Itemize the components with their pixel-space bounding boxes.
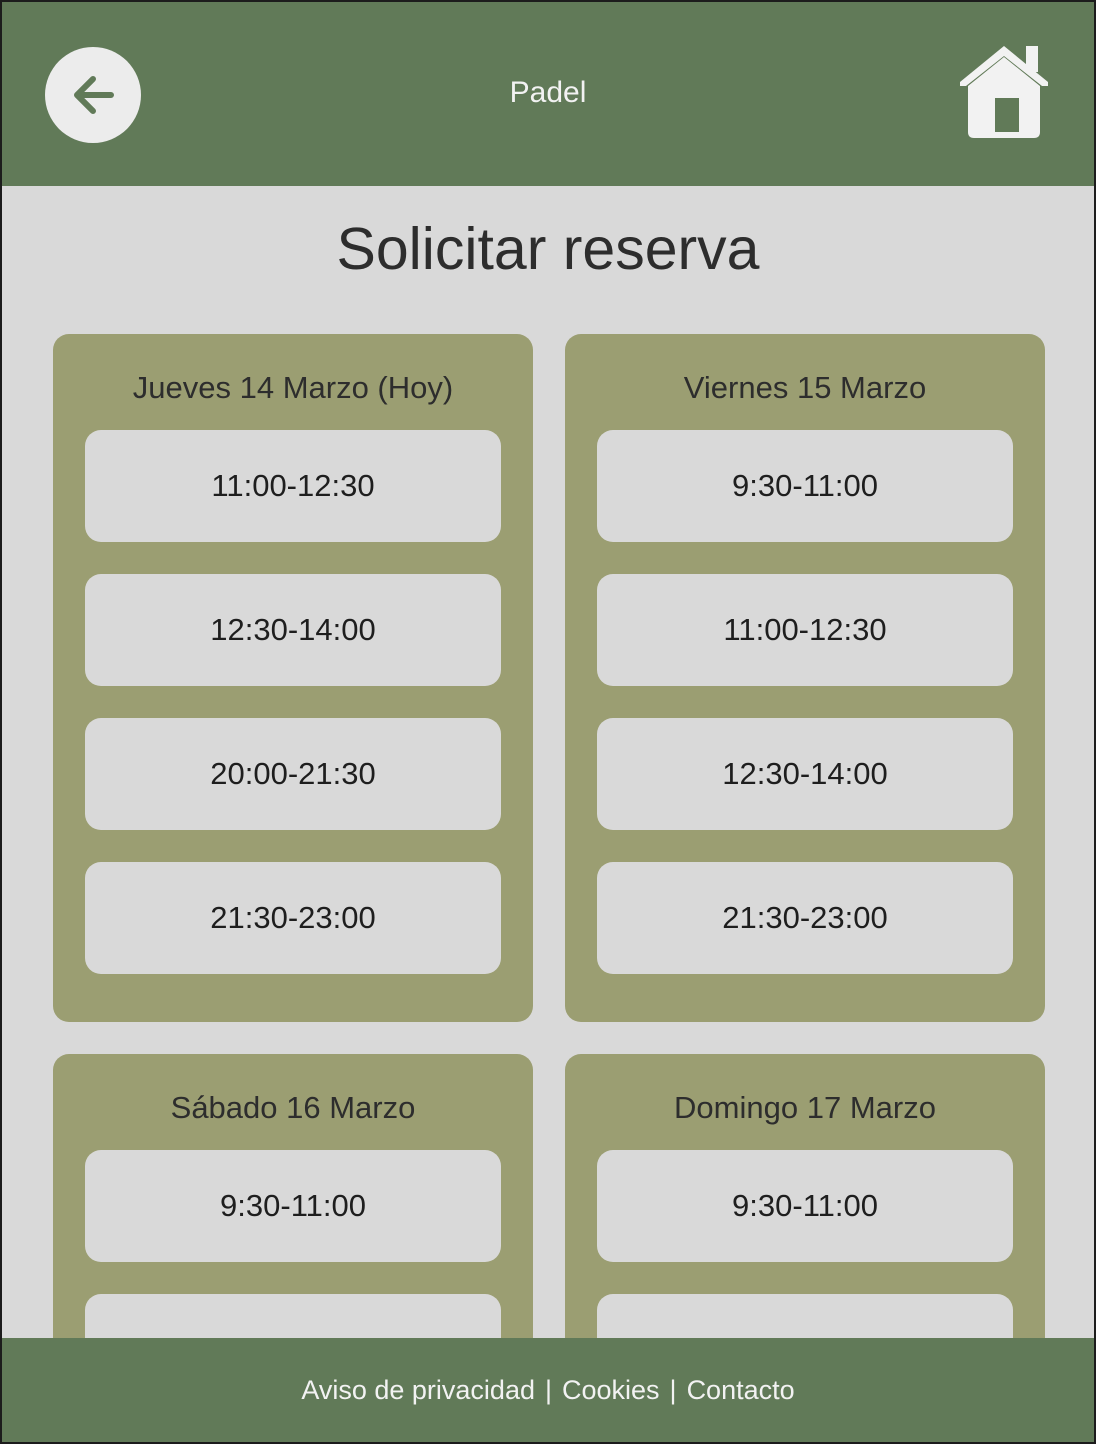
time-slot-button[interactable]: 9:30-11:00 (597, 430, 1013, 542)
day-card: Sábado 16 Marzo 9:30-11:00 11:00-12:30 (53, 1054, 533, 1338)
time-slot-button[interactable]: 9:30-11:00 (597, 1150, 1013, 1262)
day-card: Domingo 17 Marzo 9:30-11:00 11:00-12:30 (565, 1054, 1045, 1338)
time-slot-button[interactable]: 11:00-12:30 (85, 430, 501, 542)
cookies-link[interactable]: Cookies (562, 1375, 660, 1406)
main-content: Solicitar reserva Jueves 14 Marzo (Hoy) … (2, 186, 1094, 1338)
page-title: Solicitar reserva (336, 216, 760, 282)
time-slot-button[interactable]: 11:00-12:30 (85, 1294, 501, 1338)
footer: Aviso de privacidad | Cookies | Contacto (2, 1338, 1094, 1442)
day-title: Viernes 15 Marzo (683, 370, 927, 405)
home-icon (960, 46, 1048, 138)
time-slot-button[interactable]: 20:00-21:30 (85, 718, 501, 830)
day-title: Jueves 14 Marzo (Hoy) (132, 370, 454, 405)
day-card: Jueves 14 Marzo (Hoy) 11:00-12:30 12:30-… (53, 334, 533, 1022)
app-frame: Padel Solicitar reserva Jueves 14 Marzo … (2, 2, 1094, 1442)
time-slot-button[interactable]: 11:00-12:30 (597, 1294, 1013, 1338)
time-slot-button[interactable]: 9:30-11:00 (85, 1150, 501, 1262)
header-bar: Padel (2, 2, 1094, 186)
privacy-link[interactable]: Aviso de privacidad (301, 1375, 535, 1406)
footer-separator: | (544, 1374, 552, 1405)
time-slot-button[interactable]: 12:30-14:00 (597, 718, 1013, 830)
days-grid: Jueves 14 Marzo (Hoy) 11:00-12:30 12:30-… (53, 334, 1045, 1338)
day-card: Viernes 15 Marzo 9:30-11:00 11:00-12:30 … (565, 334, 1045, 1022)
time-slot-button[interactable]: 12:30-14:00 (85, 574, 501, 686)
contact-link[interactable]: Contacto (687, 1375, 795, 1406)
app-title: Padel (509, 76, 587, 109)
time-slot-button[interactable]: 21:30-23:00 (85, 862, 501, 974)
time-slot-button[interactable]: 11:00-12:30 (597, 574, 1013, 686)
day-title: Sábado 16 Marzo (170, 1090, 416, 1125)
time-slot-button[interactable]: 21:30-23:00 (597, 862, 1013, 974)
footer-separator: | (669, 1374, 677, 1405)
home-button[interactable] (954, 42, 1054, 142)
day-title: Domingo 17 Marzo (674, 1090, 936, 1125)
